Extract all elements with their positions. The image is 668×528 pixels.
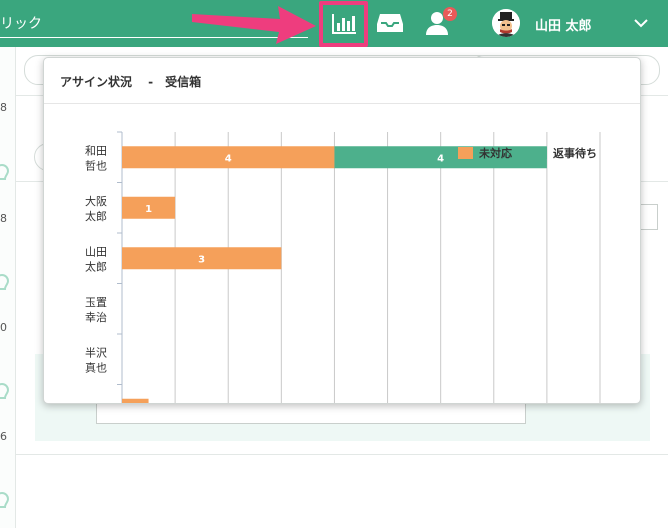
avatar-image [492, 9, 520, 37]
legend-swatch [532, 147, 547, 159]
chart-bar [122, 398, 149, 403]
legend-label: 返事待ち [553, 147, 597, 160]
left-number: 6 [0, 430, 7, 443]
arrow-annotation-icon [192, 6, 316, 44]
chart-category-label: 大阪太郎 [85, 194, 107, 223]
chart-data-label: 3 [198, 254, 205, 265]
chart-legend: 未対応 返事待ち [458, 145, 597, 161]
left-number: 8 [0, 212, 7, 225]
chart-data-label: 4 [225, 153, 232, 164]
legend-item: 返事待ち [532, 145, 597, 161]
chart-data-label: 4 [437, 153, 444, 164]
background-textarea[interactable] [96, 404, 526, 424]
search-field-text: リック [0, 16, 42, 32]
chart-category-label: 山田太郎 [85, 245, 107, 273]
chart-category-label: 上村 [85, 403, 107, 404]
user-name[interactable]: 山田 太郎 [535, 15, 592, 34]
left-column: 8 8 0 6 [0, 47, 16, 528]
lightbulb-icon [0, 492, 10, 508]
assignment-status-popover: アサイン状況 - 受信箱 和田哲也44大阪太郎1山田太郎3玉置幸治半沢真也上村 … [43, 57, 641, 404]
lightbulb-icon [0, 274, 10, 290]
left-number: 8 [0, 101, 7, 114]
background-select[interactable] [638, 204, 658, 230]
chart-category-label: 和田哲也 [85, 144, 107, 172]
lightbulb-icon [0, 383, 10, 399]
chart-data-label: 1 [145, 204, 152, 215]
legend-item: 未対応 [458, 145, 512, 161]
analytics-icon [331, 14, 356, 34]
analytics-button[interactable] [319, 1, 368, 47]
notification-badge: 2 [443, 7, 457, 21]
left-number: 0 [0, 321, 7, 334]
legend-swatch [458, 147, 473, 159]
avatar[interactable] [492, 9, 520, 37]
top-navigation-bar: リック 2 山田 太郎 [0, 0, 668, 47]
chart-category-label: 玉置幸治 [85, 296, 107, 324]
lightbulb-icon [0, 164, 10, 180]
inbox-icon[interactable] [377, 12, 403, 34]
popover-title: アサイン状況 - 受信箱 [60, 75, 202, 89]
chart-category-label: 半沢真也 [85, 345, 107, 374]
background-divider [16, 454, 668, 455]
legend-label: 未対応 [479, 147, 512, 160]
chevron-down-icon[interactable] [634, 18, 648, 28]
